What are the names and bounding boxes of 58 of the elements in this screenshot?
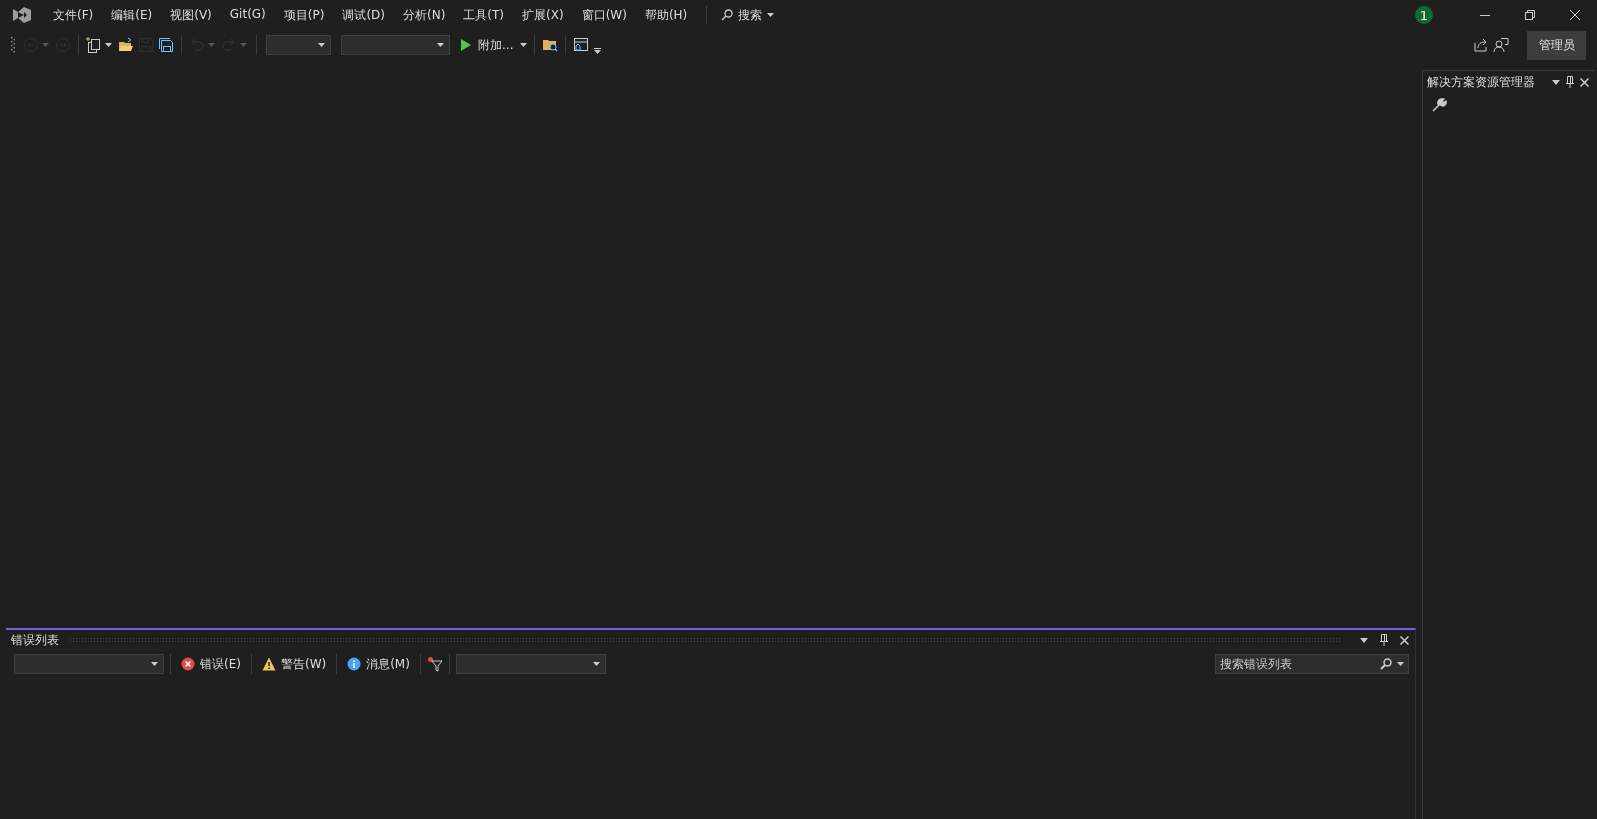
dropdown-field[interactable] bbox=[266, 35, 331, 55]
dropdown-field[interactable] bbox=[455, 654, 606, 674]
error-icon bbox=[181, 657, 195, 671]
save-all-icon[interactable] bbox=[158, 37, 174, 53]
caret-icon[interactable] bbox=[105, 43, 112, 47]
caret-icon bbox=[318, 43, 325, 47]
dropdown-caret-icon[interactable] bbox=[1360, 637, 1368, 643]
menu-item[interactable]: 工具(T) bbox=[454, 3, 514, 27]
panel-title: 错误列表 bbox=[11, 631, 59, 649]
app-logo-icon[interactable] bbox=[11, 5, 33, 25]
caret-icon bbox=[1397, 662, 1404, 666]
dropdown-field[interactable] bbox=[341, 35, 450, 55]
menu-item[interactable]: 编辑(E) bbox=[102, 3, 162, 27]
filter-toggle[interactable]: 警告(W) bbox=[257, 653, 331, 675]
menu-item[interactable]: 视图(V) bbox=[161, 3, 221, 27]
caret-icon[interactable] bbox=[520, 43, 528, 47]
menu-item[interactable]: Git(G) bbox=[220, 3, 275, 27]
menu-item[interactable]: 帮助(H) bbox=[635, 3, 697, 27]
filter-toggle[interactable]: 错误(E) bbox=[177, 653, 245, 675]
overflow-caret-icon[interactable] bbox=[594, 48, 602, 54]
caret-icon bbox=[437, 43, 444, 47]
menu-item[interactable]: 扩展(X) bbox=[513, 3, 573, 27]
filter-toggle[interactable]: 消息(M) bbox=[343, 653, 414, 675]
toolbar-grip-icon[interactable] bbox=[11, 36, 15, 54]
menu-item[interactable]: 项目(P) bbox=[274, 3, 334, 27]
caret-icon bbox=[767, 13, 775, 17]
menu-item[interactable]: 窗口(W) bbox=[572, 3, 636, 27]
share-icon[interactable] bbox=[1473, 37, 1489, 53]
wrench-icon[interactable] bbox=[1431, 97, 1447, 113]
menu-item[interactable]: 调试(D) bbox=[333, 3, 394, 27]
filter-icon[interactable] bbox=[426, 656, 443, 672]
menu-item[interactable]: 文件(F) bbox=[44, 3, 103, 27]
open-folder-icon[interactable] bbox=[118, 37, 134, 53]
caret-icon bbox=[151, 662, 158, 666]
panel-title: 解决方案资源管理器 bbox=[1427, 73, 1535, 91]
play-icon bbox=[460, 38, 472, 52]
close-icon[interactable] bbox=[1580, 77, 1589, 87]
warning-icon bbox=[261, 657, 276, 671]
close-icon[interactable] bbox=[1569, 10, 1580, 20]
dropdown-field[interactable] bbox=[14, 654, 164, 674]
feedback-icon[interactable] bbox=[1493, 37, 1509, 53]
info-icon bbox=[347, 657, 362, 671]
menu-item[interactable]: 分析(N) bbox=[394, 3, 455, 27]
search-menu[interactable]: 搜索 bbox=[717, 3, 779, 27]
search-icon bbox=[721, 9, 734, 21]
caret-icon bbox=[592, 662, 600, 666]
search-icon bbox=[1380, 658, 1392, 670]
restore-icon[interactable] bbox=[1524, 10, 1535, 20]
account-button[interactable]: 管理员 bbox=[1527, 30, 1586, 60]
close-icon[interactable] bbox=[1400, 635, 1409, 645]
dropdown-caret-icon[interactable] bbox=[1552, 79, 1560, 85]
search-field[interactable]: 搜索错误列表 bbox=[1215, 654, 1409, 674]
pin-icon[interactable] bbox=[1566, 76, 1574, 88]
notification-badge[interactable]: 1 bbox=[1415, 6, 1433, 24]
attach-button[interactable]: 附加... bbox=[458, 34, 516, 56]
pin-icon[interactable] bbox=[1380, 634, 1388, 646]
new-item-icon[interactable] bbox=[86, 37, 102, 53]
folder-search-icon[interactable] bbox=[542, 37, 559, 53]
